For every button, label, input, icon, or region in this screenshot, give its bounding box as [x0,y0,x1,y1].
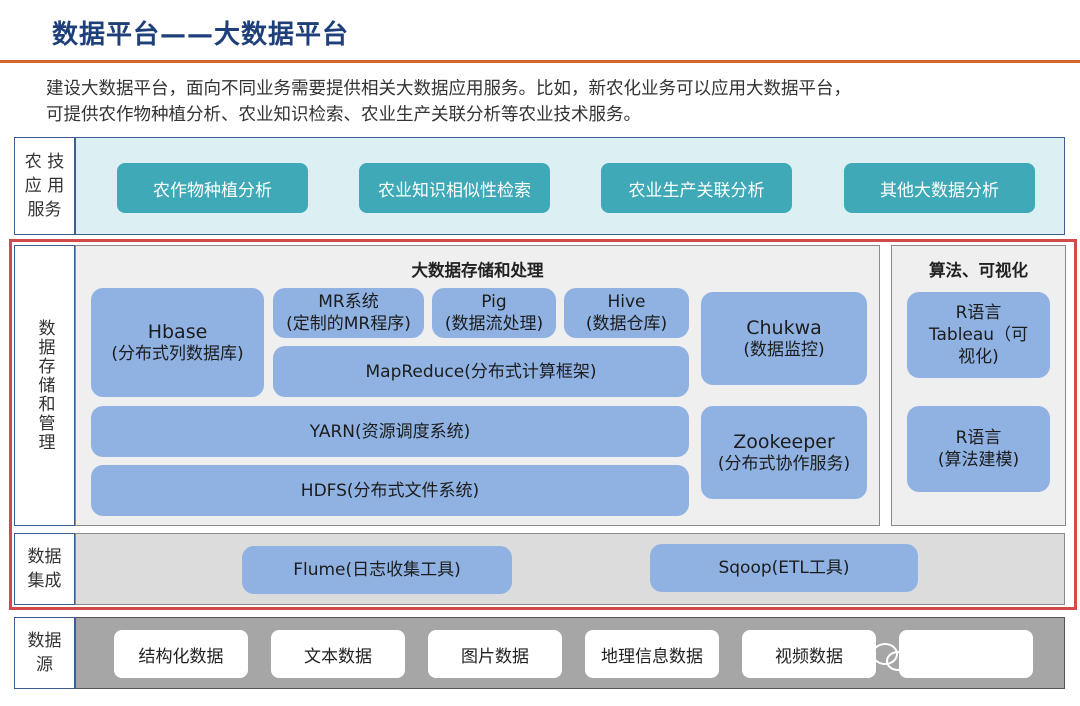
service-crop-analysis: 农作物种植分析 [117,163,308,213]
title-divider [0,60,1080,63]
watermark-text: 方案经理 [920,644,1016,673]
pig-name: Pig [481,292,507,312]
viz-line-2: Tableau（可 [928,325,1029,345]
storage-row-label: 数据存储和管理 [14,245,75,526]
watermark: 方案经理 [872,634,1052,678]
source-video: 视频数据 [742,630,876,678]
algorithm-section-title: 算法、可视化 [929,261,1028,280]
chukwa-desc: (数据监控) [743,339,825,360]
service-knowledge-search: 农业知识相似性检索 [359,163,550,213]
mr-desc: (定制的MR程序) [286,314,411,334]
viz-line-3: 视化) [958,347,999,367]
yarn-box: YARN(资源调度系统) [91,406,689,457]
hdfs-box: HDFS(分布式文件系统) [91,465,689,516]
model-line-1: R语言 [955,428,1002,448]
chukwa-box: Chukwa (数据监控) [701,292,867,385]
visualization-box: R语言 Tableau（可 视化) [907,292,1050,378]
integration-row-label: 数据 集成 [14,533,75,605]
intro-line-2: 可提供农作物种植分析、农业知识检索、农业生产关联分析等农业技术服务。 [46,105,641,125]
zookeeper-desc: (分布式协作服务) [717,453,851,474]
source-text: 文本数据 [271,630,405,678]
source-row-label: 数据 源 [14,617,75,689]
model-line-2: (算法建模) [937,450,1020,470]
service-association-analysis: 农业生产关联分析 [601,163,792,213]
hive-box: Hive (数据仓库) [564,288,689,338]
zookeeper-name: Zookeeper [733,430,835,453]
sqoop-box: Sqoop(ETL工具) [650,544,918,592]
zookeeper-box: Zookeeper (分布式协作服务) [701,406,867,499]
service-row-label: 农 技 应 用 服务 [14,137,75,235]
hbase-desc: (分布式列数据库) [111,343,244,364]
page-title: 数据平台——大数据平台 [52,20,350,50]
flume-box: Flume(日志收集工具) [242,546,512,594]
service-other-analysis: 其他大数据分析 [844,163,1035,213]
source-image: 图片数据 [428,630,562,678]
chukwa-name: Chukwa [746,316,822,339]
modeling-box: R语言 (算法建模) [907,406,1050,492]
mr-box: MR系统 (定制的MR程序) [273,288,424,338]
storage-section-title: 大数据存储和处理 [411,261,544,280]
hive-name: Hive [607,292,646,312]
hbase-name: Hbase [147,320,208,343]
mr-name: MR系统 [318,292,379,312]
source-geo: 地理信息数据 [585,630,719,678]
viz-line-1: R语言 [955,303,1002,323]
hbase-box: Hbase (分布式列数据库) [91,288,264,397]
source-structured: 结构化数据 [114,630,248,678]
hive-desc: (数据仓库) [585,314,668,334]
mapreduce-box: MapReduce(分布式计算框架) [273,346,689,397]
pig-box: Pig (数据流处理) [432,288,556,338]
wechat-icon [872,641,912,671]
pig-desc: (数据流处理) [444,314,544,334]
intro-line-1: 建设大数据平台，面向不同业务需要提供相关大数据应用服务。比如，新农化业务可以应用… [46,79,851,99]
